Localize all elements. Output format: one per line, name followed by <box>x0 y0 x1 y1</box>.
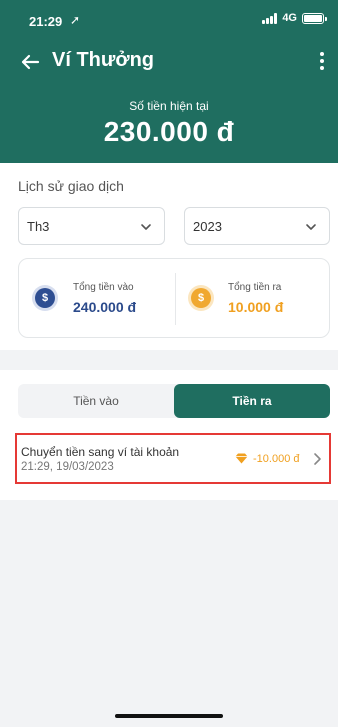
summary-divider <box>175 273 176 325</box>
balance-label: Số tiền hiện tại <box>129 99 209 113</box>
transaction-time: 21:29, 19/03/2023 <box>21 461 114 473</box>
transaction-amount: -10.000 đ <box>253 453 300 465</box>
location-icon: ➚ <box>70 13 81 27</box>
year-select[interactable]: 2023 <box>184 207 330 245</box>
chevron-right-icon <box>314 453 321 465</box>
section-divider <box>0 350 338 370</box>
header: 21:29 ➚ 4G Ví Thưởng Số tiền hiện tại 23… <box>0 0 338 163</box>
total-out-label: Tổng tiền ra <box>228 282 282 293</box>
empty-list-area <box>0 500 338 727</box>
summary-card: $ Tổng tiền vào 240.000 đ $ Tổng tiền ra… <box>18 258 330 338</box>
balance-value: 230.000 đ <box>103 116 235 147</box>
status-indicators: 4G <box>262 12 327 24</box>
home-indicator <box>115 714 223 718</box>
network-type: 4G <box>282 12 297 24</box>
battery-icon <box>302 12 327 24</box>
transaction-title: Chuyển tiền sang ví tài khoản <box>21 445 180 459</box>
signal-icon <box>262 12 278 24</box>
diamond-icon <box>235 453 248 464</box>
total-out-value: 10.000 đ <box>228 299 284 315</box>
chevron-down-icon <box>306 224 316 230</box>
status-time: 21:29 <box>29 14 63 29</box>
dollar-coin-icon: $ <box>191 288 211 308</box>
status-bar: 21:29 ➚ 4G <box>0 0 338 40</box>
tab-money-in[interactable]: Tiền vào <box>18 384 174 418</box>
tabs: Tiền vào Tiền ra <box>18 384 330 418</box>
dollar-coin-icon: $ <box>35 288 55 308</box>
page-title: Ví Thưởng <box>52 49 155 71</box>
total-in-value: 240.000 đ <box>73 299 137 315</box>
history-title: Lịch sử giao dịch <box>18 178 124 194</box>
year-select-value: 2023 <box>193 219 222 234</box>
arrow-left-icon[interactable] <box>18 50 42 74</box>
month-select[interactable]: Th3 <box>18 207 165 245</box>
more-vertical-icon[interactable] <box>314 50 330 72</box>
total-in-label: Tổng tiền vào <box>73 282 134 293</box>
month-select-value: Th3 <box>27 219 50 234</box>
transaction-row[interactable]: Chuyển tiền sang ví tài khoản 21:29, 19/… <box>15 433 331 484</box>
tab-money-out[interactable]: Tiền ra <box>174 384 330 418</box>
chevron-down-icon <box>141 224 151 230</box>
